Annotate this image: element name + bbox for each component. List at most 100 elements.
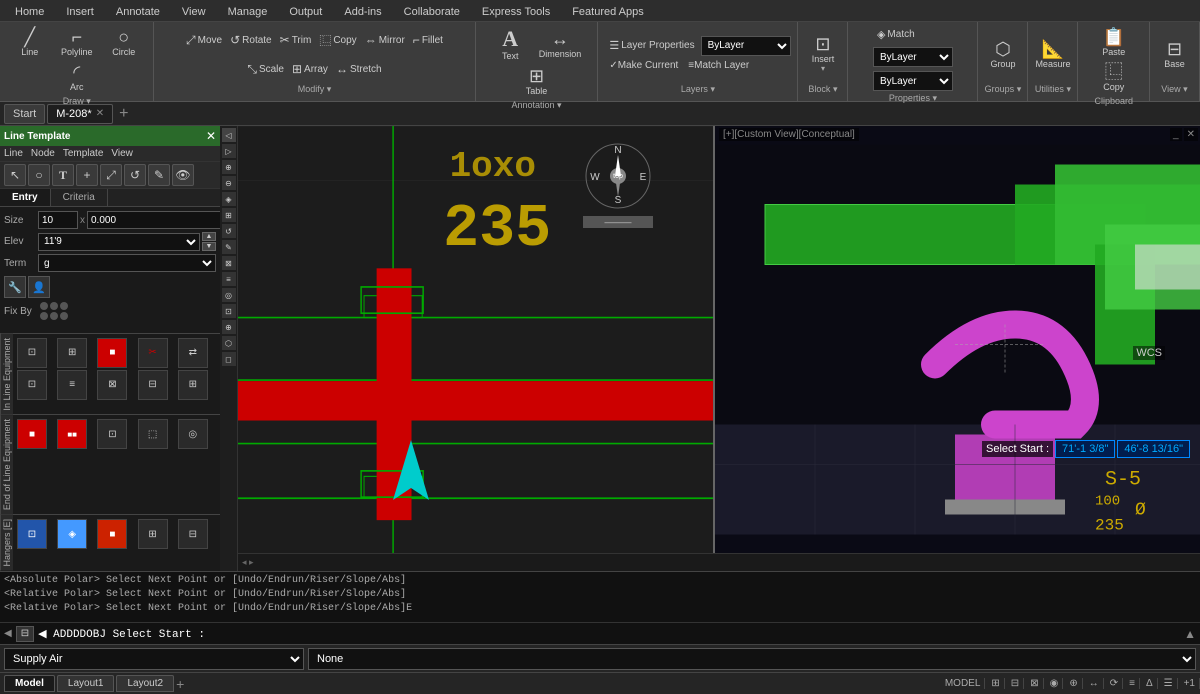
rotate-button[interactable]: ↺Rotate (227, 32, 275, 48)
status-snap-btn[interactable]: ⊟ (1007, 678, 1024, 689)
end-equip-2[interactable]: ■■ (57, 419, 87, 449)
edge-icon-1[interactable]: ◁ (222, 128, 236, 142)
menu-node[interactable]: Node (31, 148, 55, 159)
hanger-2[interactable]: ◈ (57, 519, 87, 549)
end-equip-5[interactable]: ◎ (178, 419, 208, 449)
utilities-dropdown[interactable]: ▾ (1066, 84, 1071, 94)
elev-up-btn[interactable]: ▲ (202, 232, 216, 241)
cmd-up-arrow[interactable]: ▲ (1184, 627, 1196, 641)
equip-item-10[interactable]: ⊞ (178, 370, 208, 400)
hanger-1[interactable]: ⊡ (17, 519, 47, 549)
hanger-5[interactable]: ⊟ (178, 519, 208, 549)
insert-button[interactable]: ⊡ Insert ▾ (800, 33, 845, 75)
tab-addins[interactable]: Add-ins (333, 2, 392, 21)
layers-dropdown[interactable]: ▾ (710, 84, 715, 94)
status-polar-btn[interactable]: ◉ (1046, 678, 1064, 689)
make-current-button[interactable]: ✓Make Current (605, 58, 682, 73)
fix-dot-4[interactable] (40, 312, 48, 320)
none-select[interactable]: None (308, 648, 1196, 670)
scale-button[interactable]: ⤡Scale (244, 61, 287, 78)
match-properties-button[interactable]: ◈ Match (873, 26, 919, 43)
edge-icon-11[interactable]: ◎ (222, 288, 236, 302)
doc-tab-add-button[interactable]: + (115, 105, 132, 123)
equip-item-5[interactable]: ⇄ (178, 338, 208, 368)
bottom-tab-layout2[interactable]: Layout2 (116, 675, 174, 692)
bottom-tab-layout1[interactable]: Layout1 (57, 675, 115, 692)
tb-circle-btn[interactable]: ○ (28, 164, 50, 186)
hanger-4[interactable]: ⊞ (138, 519, 168, 549)
tb-view-btn[interactable]: 👁 (172, 164, 194, 186)
layer-properties-button[interactable]: ☰ Layer Properties (605, 37, 698, 54)
status-ortho-btn[interactable]: ⊠ (1026, 678, 1043, 689)
status-dynin-btn[interactable]: ⟳ (1106, 678, 1123, 689)
arc-button[interactable]: ◜ Arc (54, 61, 99, 94)
tab-home[interactable]: Home (4, 2, 55, 21)
fix-dot-1[interactable] (40, 302, 48, 310)
match-layer-button[interactable]: ≡Match Layer (684, 58, 753, 73)
mirror-button[interactable]: ⇔Mirror (362, 32, 408, 48)
status-grid-btn[interactable]: ⊞ (987, 678, 1004, 689)
tb-plus-btn[interactable]: + (76, 164, 98, 186)
color-select[interactable]: ByLayer (873, 47, 953, 67)
hanger-3[interactable]: ■ (97, 519, 127, 549)
elev-down-btn[interactable]: ▼ (202, 242, 216, 251)
menu-template[interactable]: Template (63, 148, 104, 159)
person-icon-btn[interactable]: 👤 (28, 276, 50, 298)
edge-icon-12[interactable]: ⊡ (222, 304, 236, 318)
edge-icon-2[interactable]: ▷ (222, 144, 236, 158)
cmd-left-arrow[interactable]: ◀ (4, 628, 12, 639)
bottom-tab-add-btn[interactable]: + (176, 676, 184, 692)
tb-refresh-btn[interactable]: ↺ (124, 164, 146, 186)
paste-button[interactable]: 📋 Paste (1091, 26, 1136, 59)
tb-move-btn[interactable]: ⤢ (100, 164, 122, 186)
tab-annotate[interactable]: Annotate (105, 2, 171, 21)
line-button[interactable]: ╱ Line (7, 26, 52, 59)
menu-view[interactable]: View (111, 148, 133, 159)
doc-tab-start[interactable]: Start (4, 104, 45, 124)
status-sel-btn[interactable]: ☰ (1160, 678, 1178, 689)
end-equip-1[interactable]: ■ (17, 419, 47, 449)
tab-criteria[interactable]: Criteria (51, 189, 108, 206)
tab-entry[interactable]: Entry (0, 189, 51, 206)
status-tp-btn[interactable]: Δ (1142, 678, 1158, 689)
equip-item-9[interactable]: ⊟ (138, 370, 168, 400)
equip-item-4[interactable]: ✂ (138, 338, 168, 368)
tb-edit-btn[interactable]: ✎ (148, 164, 170, 186)
fix-dot-6[interactable] (60, 312, 68, 320)
measure-button[interactable]: 📐 Measure (1030, 38, 1075, 71)
equip-item-6[interactable]: ⊡ (17, 370, 47, 400)
linetype-select[interactable]: ByLayer (873, 71, 953, 91)
tab-collab[interactable]: Collaborate (393, 2, 471, 21)
edge-icon-4[interactable]: ⊖ (222, 176, 236, 190)
end-equip-4[interactable]: ⬚ (138, 419, 168, 449)
tab-manage[interactable]: Manage (217, 2, 279, 21)
equip-item-8[interactable]: ⊠ (97, 370, 127, 400)
circle-button[interactable]: ○ Circle (101, 26, 146, 59)
fix-dot-3[interactable] (60, 302, 68, 310)
modify-dropdown[interactable]: ▾ (327, 84, 332, 94)
tab-express[interactable]: Express Tools (471, 2, 561, 21)
supply-air-select[interactable]: Supply Air (4, 648, 304, 670)
status-otrack-btn[interactable]: ↔ (1085, 678, 1104, 689)
groups-dropdown[interactable]: ▾ (1017, 84, 1022, 94)
edge-icon-10[interactable]: ≡ (222, 272, 236, 286)
end-equip-3[interactable]: ⊡ (97, 419, 127, 449)
doc-tab-m208[interactable]: M-208* ✕ (47, 104, 113, 124)
group-button[interactable]: ⬡ Group (980, 38, 1025, 71)
trim-button[interactable]: ✂Trim (277, 32, 315, 48)
move-button[interactable]: ⤢Move (183, 32, 225, 49)
panel-close-icon[interactable]: ✕ (206, 129, 216, 143)
array-button[interactable]: ⊞Array (289, 61, 331, 77)
view-dropdown[interactable]: ▾ (1183, 84, 1188, 94)
copy-clipboard-button[interactable]: ⿺ Copy (1099, 61, 1129, 94)
size-input[interactable] (38, 211, 78, 229)
status-lw-btn[interactable]: ≡ (1125, 678, 1140, 689)
term-select[interactable]: g (38, 254, 216, 272)
command-input[interactable] (209, 628, 1184, 640)
tab-view[interactable]: View (171, 2, 217, 21)
polyline-button[interactable]: ⌐ Polyline (54, 26, 99, 59)
dimension-button[interactable]: ↔ Dimension (535, 28, 586, 61)
annotation-dropdown[interactable]: ▾ (557, 100, 562, 110)
fix-dot-5[interactable] (50, 312, 58, 320)
copy-button[interactable]: ⿺Copy (316, 31, 359, 50)
